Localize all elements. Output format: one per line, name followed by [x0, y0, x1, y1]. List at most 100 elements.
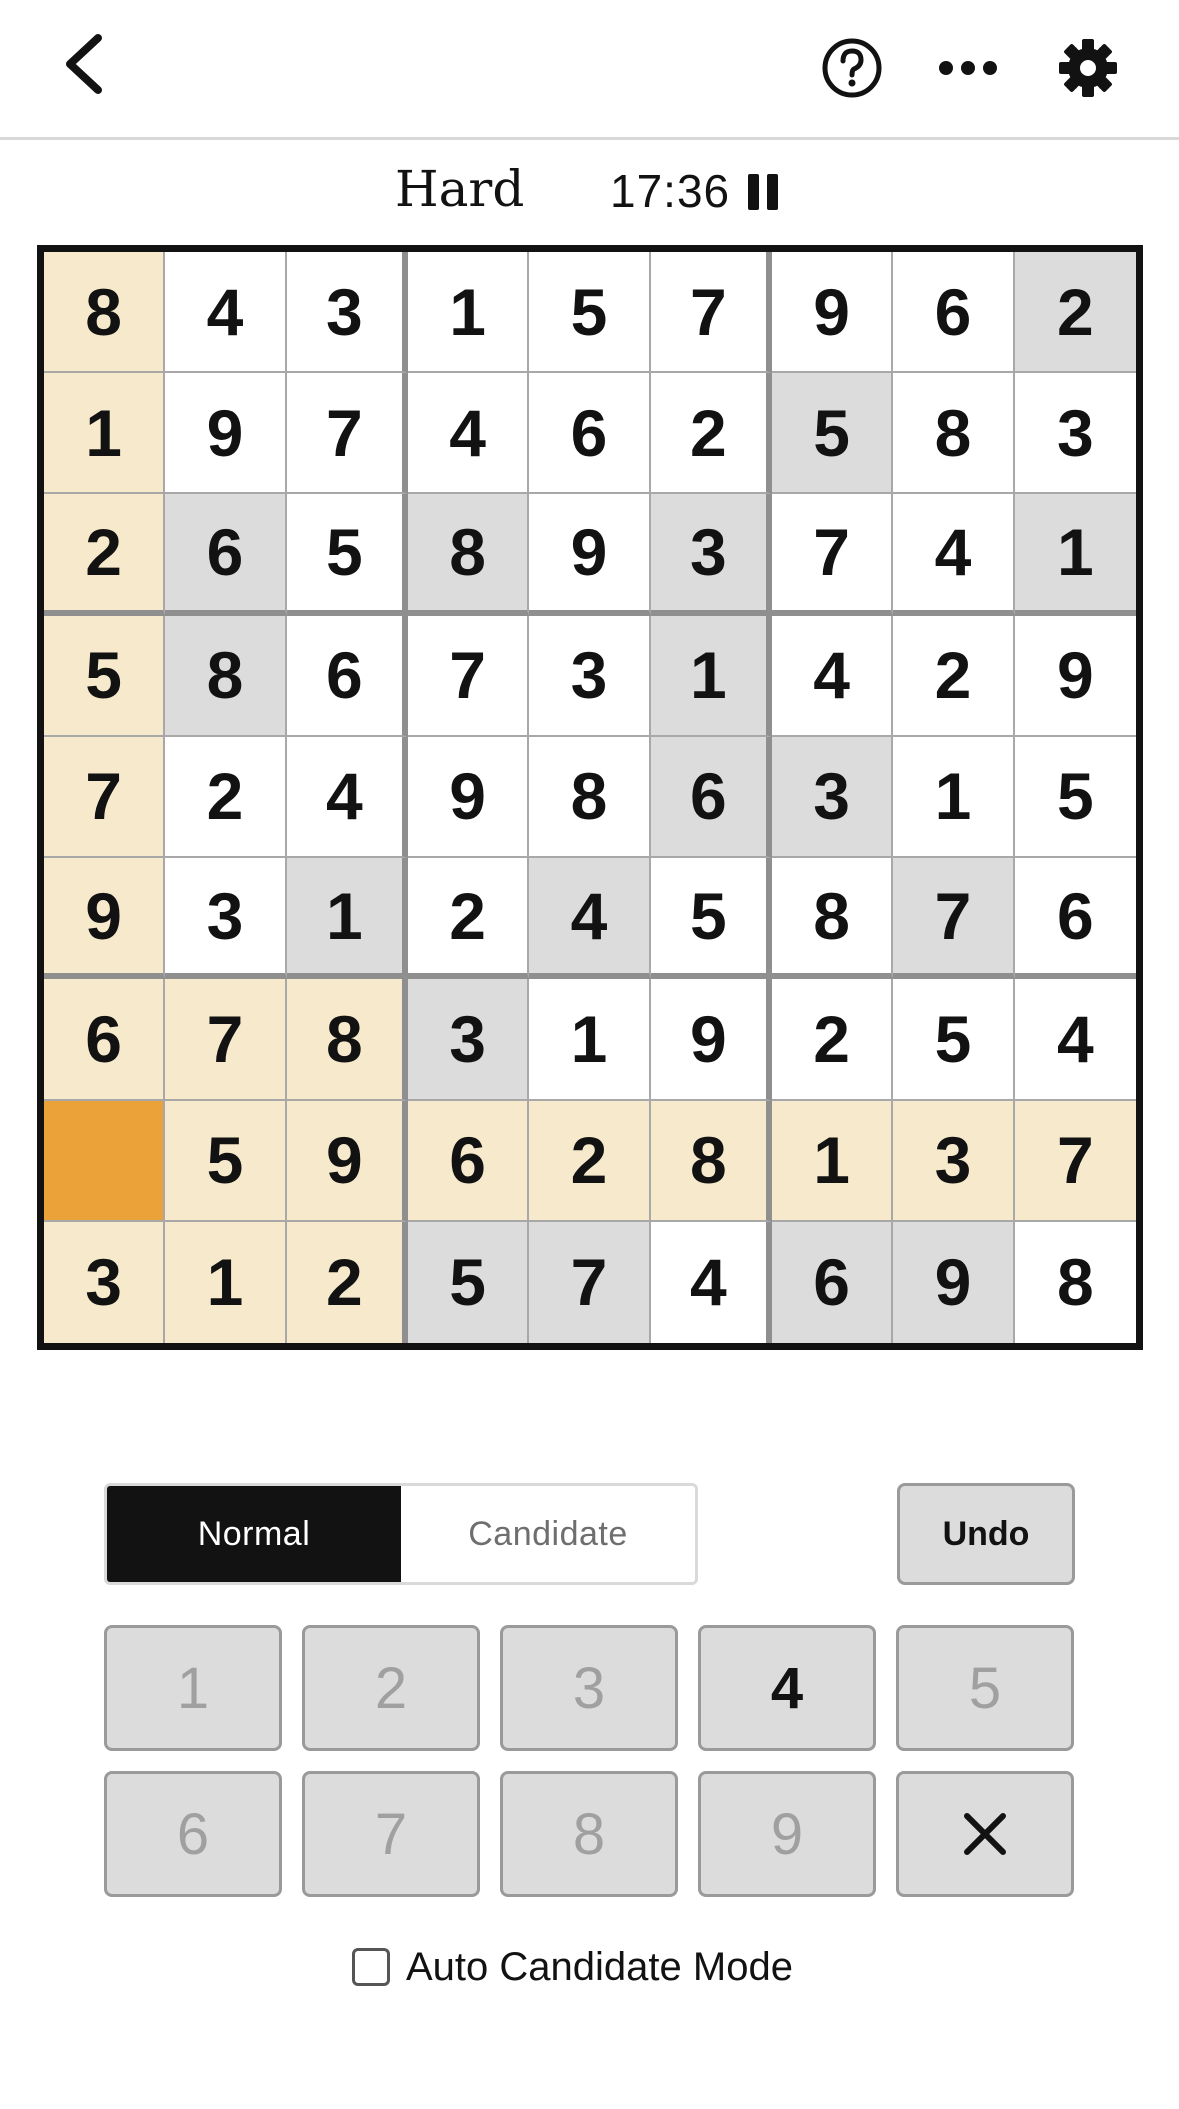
sudoku-cell[interactable]: 2 [408, 858, 530, 980]
sudoku-cell[interactable]: 9 [529, 494, 651, 616]
sudoku-cell[interactable]: 8 [1014, 1221, 1136, 1343]
sudoku-cell[interactable]: 6 [408, 1100, 530, 1222]
sudoku-cell[interactable]: 4 [165, 252, 287, 374]
sudoku-cell[interactable]: 3 [529, 615, 651, 737]
sudoku-cell[interactable]: 2 [44, 494, 166, 616]
number-key-8[interactable]: 8 [500, 1771, 678, 1897]
sudoku-cell[interactable]: 7 [893, 858, 1015, 980]
sudoku-cell[interactable]: 7 [772, 494, 894, 616]
sudoku-cell[interactable]: 2 [529, 1100, 651, 1222]
sudoku-cell[interactable]: 7 [286, 373, 408, 495]
auto-candidate-checkbox[interactable] [352, 1948, 390, 1986]
sudoku-cell[interactable]: 6 [44, 979, 166, 1101]
sudoku-cell[interactable]: 2 [286, 1221, 408, 1343]
more-options-button[interactable] [932, 32, 1004, 104]
sudoku-cell[interactable]: 4 [286, 736, 408, 859]
sudoku-cell[interactable]: 9 [1014, 615, 1136, 737]
sudoku-cell[interactable]: 1 [286, 858, 408, 980]
sudoku-cell[interactable]: 6 [650, 736, 772, 859]
sudoku-cell[interactable]: 8 [772, 858, 894, 980]
sudoku-cell[interactable]: 1 [165, 1221, 287, 1343]
sudoku-cell[interactable]: 3 [165, 858, 287, 980]
sudoku-cell[interactable]: 7 [650, 252, 772, 374]
sudoku-cell[interactable]: 1 [893, 736, 1015, 859]
settings-button[interactable] [1052, 32, 1124, 104]
sudoku-cell[interactable]: 6 [772, 1221, 894, 1343]
sudoku-cell[interactable]: 4 [650, 1221, 772, 1343]
sudoku-cell[interactable]: 1 [650, 615, 772, 737]
sudoku-cell[interactable]: 9 [772, 252, 894, 374]
help-button[interactable] [816, 32, 888, 104]
sudoku-cell[interactable]: 5 [893, 979, 1015, 1101]
sudoku-cell[interactable]: 5 [529, 252, 651, 374]
sudoku-cell[interactable]: 9 [44, 858, 166, 980]
normal-mode-button[interactable]: Normal [107, 1486, 401, 1582]
sudoku-cell[interactable]: 5 [772, 373, 894, 495]
sudoku-cell[interactable]: 5 [165, 1100, 287, 1222]
sudoku-cell[interactable]: 8 [44, 252, 166, 374]
sudoku-cell[interactable]: 3 [772, 736, 894, 859]
sudoku-cell[interactable]: 4 [772, 615, 894, 737]
sudoku-cell[interactable]: 2 [893, 615, 1015, 737]
number-key-5[interactable]: 5 [896, 1625, 1074, 1751]
sudoku-cell[interactable]: 2 [165, 736, 287, 859]
sudoku-cell[interactable]: 9 [650, 979, 772, 1101]
sudoku-cell[interactable]: 3 [650, 494, 772, 616]
sudoku-cell[interactable]: 2 [772, 979, 894, 1101]
sudoku-cell[interactable]: 4 [1014, 979, 1136, 1101]
sudoku-cell[interactable]: 8 [529, 736, 651, 859]
sudoku-cell[interactable]: 1 [44, 373, 166, 495]
number-key-7[interactable]: 7 [302, 1771, 480, 1897]
sudoku-cell[interactable]: 6 [529, 373, 651, 495]
sudoku-cell[interactable]: 5 [408, 1221, 530, 1343]
sudoku-cell[interactable]: 6 [893, 252, 1015, 374]
sudoku-cell[interactable]: 8 [286, 979, 408, 1101]
sudoku-cell[interactable]: 6 [1014, 858, 1136, 980]
sudoku-cell[interactable]: 8 [893, 373, 1015, 495]
number-key-2[interactable]: 2 [302, 1625, 480, 1751]
auto-candidate-toggle[interactable]: Auto Candidate Mode [352, 1942, 793, 1992]
sudoku-cell[interactable]: 7 [1014, 1100, 1136, 1222]
sudoku-cell[interactable]: 2 [1014, 252, 1136, 374]
pause-button[interactable] [748, 174, 782, 214]
sudoku-cell[interactable]: 2 [650, 373, 772, 495]
undo-button[interactable]: Undo [897, 1483, 1075, 1585]
sudoku-cell[interactable]: 3 [408, 979, 530, 1101]
sudoku-cell[interactable]: 1 [408, 252, 530, 374]
number-key-9[interactable]: 9 [698, 1771, 876, 1897]
sudoku-cell[interactable]: 3 [286, 252, 408, 374]
sudoku-cell[interactable]: 3 [1014, 373, 1136, 495]
sudoku-cell[interactable]: 5 [1014, 736, 1136, 859]
sudoku-cell[interactable]: 5 [286, 494, 408, 616]
number-key-4[interactable]: 4 [698, 1625, 876, 1751]
sudoku-cell[interactable]: 5 [650, 858, 772, 980]
back-button[interactable] [48, 24, 118, 104]
sudoku-cell[interactable]: 8 [165, 615, 287, 737]
sudoku-cell[interactable] [44, 1100, 166, 1222]
sudoku-cell[interactable]: 6 [286, 615, 408, 737]
sudoku-cell[interactable]: 7 [165, 979, 287, 1101]
sudoku-cell[interactable]: 9 [165, 373, 287, 495]
sudoku-cell[interactable]: 3 [893, 1100, 1015, 1222]
delete-key[interactable] [896, 1771, 1074, 1897]
sudoku-cell[interactable]: 4 [408, 373, 530, 495]
sudoku-cell[interactable]: 7 [529, 1221, 651, 1343]
sudoku-cell[interactable]: 1 [772, 1100, 894, 1222]
number-key-3[interactable]: 3 [500, 1625, 678, 1751]
sudoku-cell[interactable]: 8 [650, 1100, 772, 1222]
candidate-mode-button[interactable]: Candidate [401, 1486, 695, 1582]
sudoku-cell[interactable]: 7 [408, 615, 530, 737]
sudoku-cell[interactable]: 9 [893, 1221, 1015, 1343]
number-key-6[interactable]: 6 [104, 1771, 282, 1897]
number-key-1[interactable]: 1 [104, 1625, 282, 1751]
sudoku-cell[interactable]: 8 [408, 494, 530, 616]
sudoku-cell[interactable]: 9 [408, 736, 530, 859]
sudoku-cell[interactable]: 7 [44, 736, 166, 859]
sudoku-cell[interactable]: 1 [529, 979, 651, 1101]
sudoku-cell[interactable]: 4 [893, 494, 1015, 616]
sudoku-cell[interactable]: 4 [529, 858, 651, 980]
sudoku-cell[interactable]: 1 [1014, 494, 1136, 616]
sudoku-cell[interactable]: 3 [44, 1221, 166, 1343]
sudoku-cell[interactable]: 6 [165, 494, 287, 616]
sudoku-cell[interactable]: 9 [286, 1100, 408, 1222]
